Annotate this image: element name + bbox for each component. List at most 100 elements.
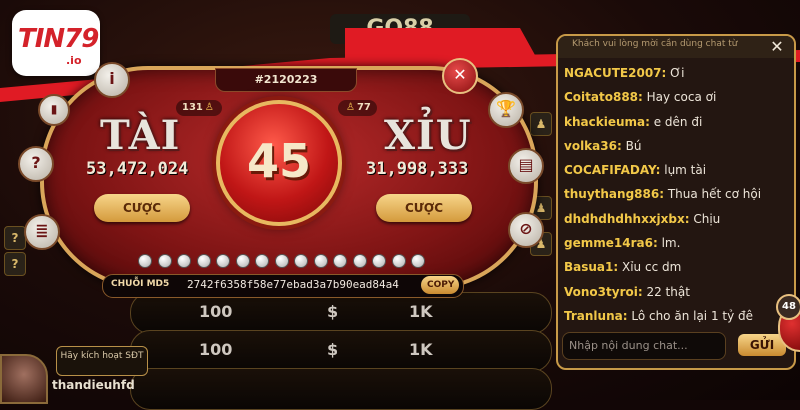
- chat-user[interactable]: gemme14ra6:: [564, 236, 658, 250]
- bet-row-currency: $: [327, 340, 339, 359]
- result-history: [138, 254, 428, 270]
- md5-bar: CHUỖI MD5 2742f6358f58e77ebad3a7b90ead84…: [102, 274, 464, 298]
- chat-toggle-button[interactable]: ▤: [508, 148, 544, 184]
- trophy-button[interactable]: 🏆: [488, 92, 524, 128]
- chat-messages: NGACUTE2007: Ơi Coitato888: Hay coca ơi …: [564, 66, 790, 333]
- chat-user[interactable]: dhdhdhdhhxxjxbx:: [564, 212, 690, 226]
- bet-row[interactable]: 100 $ 1K: [130, 330, 552, 372]
- chat-message: COCAFIFADAY: lụm tài: [564, 163, 790, 187]
- history-dot: [294, 254, 308, 268]
- history-dot: [196, 254, 211, 268]
- info-button[interactable]: i: [94, 62, 130, 98]
- info-icon: i: [109, 69, 115, 88]
- chat-input[interactable]: [563, 333, 725, 357]
- chat-text: lm.: [657, 236, 681, 251]
- stats-button[interactable]: ▮: [38, 94, 70, 126]
- chat-message: Coitato888: Hay coca ơi: [564, 90, 790, 114]
- chat-user[interactable]: COCAFIFADAY:: [564, 163, 660, 177]
- chat-text: Thua hết cơ hội: [664, 187, 762, 202]
- bet-row-chip: 1K: [409, 302, 433, 321]
- history-dot: [411, 254, 425, 268]
- history-dot: [274, 254, 289, 268]
- chat-message: thuythang886: Thua hết cơ hội: [564, 187, 790, 211]
- chat-text: lụm tài: [660, 163, 707, 178]
- close-game-button[interactable]: ✕: [442, 58, 478, 94]
- history-dot: [333, 254, 347, 268]
- chat-text: Xỉu cc dm: [618, 260, 682, 275]
- close-icon: ✕: [453, 65, 467, 84]
- chat-text: Bú: [621, 138, 642, 153]
- avatar[interactable]: [0, 354, 48, 404]
- site-logo[interactable]: TIN79 .io: [12, 10, 102, 80]
- side-chip-icon[interactable]: ?: [4, 226, 26, 250]
- chat-user[interactable]: Coitato888:: [564, 90, 643, 104]
- bet-row[interactable]: [130, 368, 552, 410]
- chat-message: Basua1: Xỉu cc dm: [564, 260, 790, 284]
- session-id: #2120223: [215, 68, 357, 92]
- chat-message: NGACUTE2007: Ơi: [564, 66, 790, 90]
- xiu-label: XỈU: [384, 112, 472, 159]
- history-dot: [255, 254, 269, 268]
- chat-input-wrapper: [562, 332, 726, 360]
- trophy-icon: 🏆: [496, 99, 516, 118]
- side-user-icon: ♟: [530, 112, 552, 136]
- history-dot: [177, 254, 191, 268]
- chat-user[interactable]: Basua1:: [564, 260, 618, 274]
- tai-player-count-value: 131: [182, 102, 203, 113]
- logo-text: TIN79: [18, 24, 99, 54]
- chat-text: Lô cho ăn lại 1 tỷ đê: [627, 308, 754, 323]
- chat-user[interactable]: NGACUTE2007:: [564, 66, 666, 80]
- xiu-player-count-value: 77: [356, 102, 371, 113]
- tai-player-count: 131 ♙: [176, 100, 222, 116]
- countdown-disc: 45: [216, 100, 342, 226]
- chat-message: gemme14ra6: lm.: [564, 236, 790, 260]
- bet-row-currency: $: [327, 302, 339, 321]
- md5-label: CHUỖI MD5: [111, 279, 170, 289]
- side-chip-icon[interactable]: ?: [4, 252, 26, 276]
- chat-user[interactable]: khackieuma:: [564, 115, 650, 129]
- bet-row-amount: 100: [199, 340, 233, 359]
- bet-row[interactable]: 100 $ 1K: [130, 292, 552, 334]
- history-button[interactable]: ≣: [24, 214, 60, 250]
- chat-message: volka36: Bú: [564, 139, 790, 163]
- bet-row-chip: 1K: [409, 340, 433, 359]
- chat-message: khackieuma: e dên đi: [564, 115, 790, 139]
- history-dot: [157, 254, 172, 268]
- xiu-total-amount: 31,998,333: [366, 159, 469, 179]
- md5-hash: 2742f6358f58e77ebad3a7b90ead84a4: [187, 278, 399, 291]
- history-dot: [138, 254, 152, 268]
- xiu-player-count: ♙ 77: [338, 100, 377, 116]
- chat-text: e dên đi: [649, 114, 703, 129]
- mute-button[interactable]: ⊘: [508, 212, 544, 248]
- tai-label: TÀI: [100, 112, 181, 159]
- person-icon: ♙: [204, 102, 214, 113]
- username: thandieuhfd: [52, 378, 135, 392]
- chat-message: dhdhdhdhhxxjxbx: Chịu: [564, 212, 790, 236]
- notification-badge[interactable]: 48: [776, 294, 800, 320]
- chat-user[interactable]: Vono3tyroi:: [564, 285, 643, 299]
- chat-text: 22 thật: [642, 284, 690, 299]
- copy-md5-button[interactable]: COPY: [421, 276, 459, 294]
- chat-header-text: Khách vui lòng mời cần dùng chat từ: [572, 39, 738, 49]
- history-dot: [235, 254, 250, 268]
- mute-icon: ⊘: [519, 219, 533, 238]
- chat-text: Hay coca ơi: [642, 90, 717, 105]
- bet-tai-button[interactable]: CƯỢC: [94, 194, 190, 222]
- help-button[interactable]: ?: [18, 146, 54, 182]
- bet-row-amount: 100: [199, 302, 233, 321]
- chat-close-button[interactable]: ✕: [765, 36, 789, 58]
- countdown-timer: 45: [246, 134, 311, 188]
- activate-phone-button[interactable]: Hãy kích hoạt SĐT: [56, 346, 148, 376]
- history-dot: [216, 254, 230, 268]
- chat-user[interactable]: volka36:: [564, 139, 622, 153]
- chat-text: Ơi: [666, 66, 685, 80]
- chat-icon: ▤: [518, 155, 534, 174]
- background-game-title: GO88: [330, 14, 470, 44]
- chat-user[interactable]: thuythang886:: [564, 187, 664, 201]
- chat-user[interactable]: Tranluna:: [564, 309, 628, 323]
- close-icon: ✕: [770, 37, 784, 56]
- history-dot: [352, 254, 367, 268]
- chat-text: Chịu: [689, 211, 721, 226]
- help-icon: ?: [31, 153, 41, 172]
- bet-xiu-button[interactable]: CƯỢC: [376, 194, 472, 222]
